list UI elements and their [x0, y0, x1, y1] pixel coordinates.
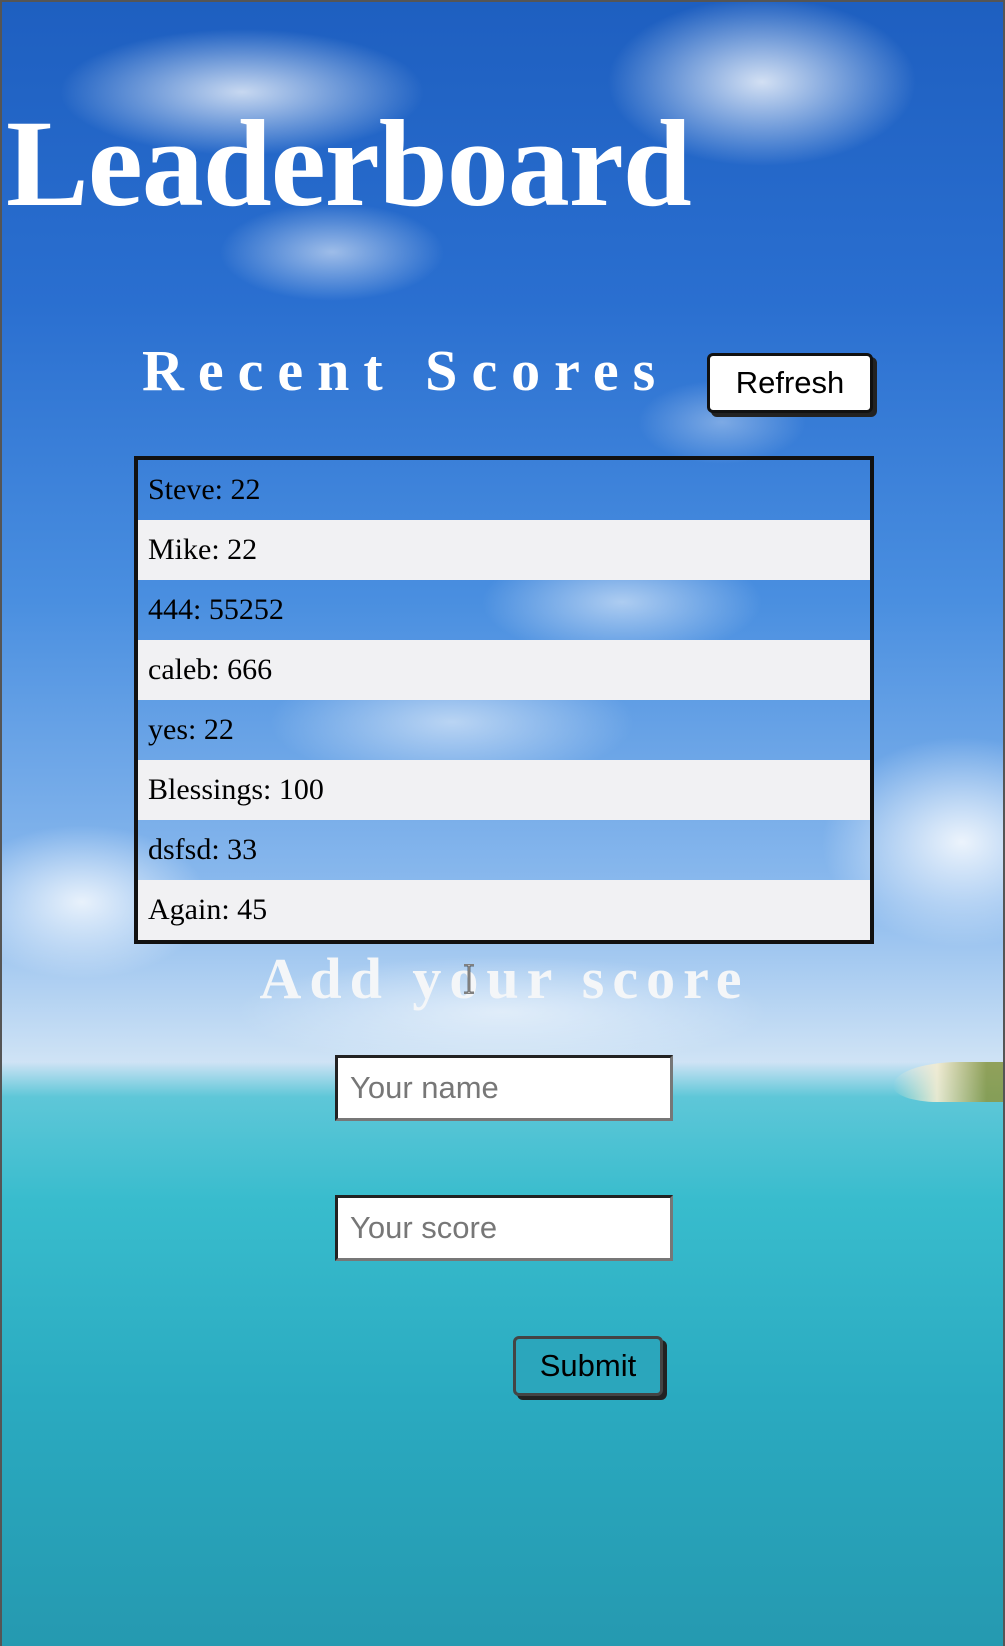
leaderboard-page: Leaderboard Recent Scores Refresh Steve:…: [0, 0, 1005, 1646]
refresh-button[interactable]: Refresh: [707, 353, 873, 413]
submit-button[interactable]: Submit: [513, 1336, 663, 1396]
page-title: Leaderboard: [6, 95, 692, 232]
add-score-heading: Add your score: [259, 946, 750, 1011]
score-item: 444: 55252: [148, 593, 284, 626]
scores-list: Steve: 22 Mike: 22 444: 55252 caleb: 666…: [134, 456, 874, 944]
score-item: Blessings: 100: [138, 760, 870, 820]
score-item: dsfsd: 33: [148, 833, 258, 866]
score-item: yes: 22: [148, 713, 234, 746]
text-cursor-icon: [464, 964, 474, 994]
score-item: Steve: 22: [148, 473, 261, 506]
score-input[interactable]: [335, 1195, 673, 1261]
score-item: Again: 45: [138, 880, 870, 940]
score-item: caleb: 666: [138, 640, 870, 700]
recent-scores-heading: Recent Scores: [142, 338, 670, 403]
island-decoration: [893, 1062, 1003, 1102]
score-item: Mike: 22: [138, 520, 870, 580]
name-input[interactable]: [335, 1055, 673, 1121]
